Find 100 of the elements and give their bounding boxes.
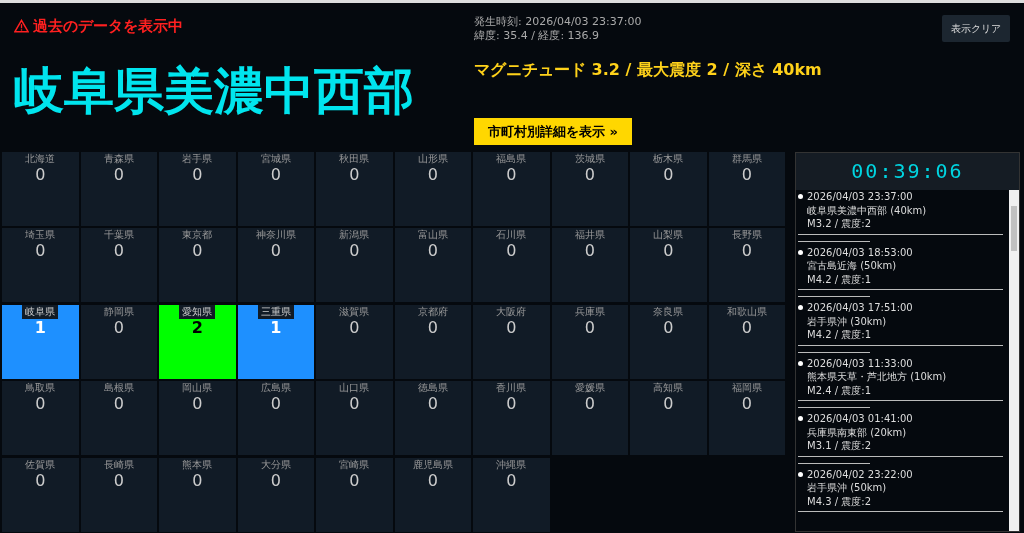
prefecture-count: 0	[192, 166, 203, 184]
coordinates: 緯度: 35.4 / 経度: 136.9	[474, 29, 601, 44]
prefecture-name: 山口県	[338, 381, 371, 396]
history-time: 2026/04/03 11:33:00	[807, 356, 913, 370]
warning-icon	[14, 19, 29, 34]
prefecture-count: 0	[113, 166, 124, 184]
prefecture-count: 0	[741, 318, 752, 337]
prefecture-count: 0	[270, 166, 281, 184]
prefecture-count: 0	[427, 242, 438, 260]
prefecture-name: 茨城県	[573, 152, 606, 166]
prefecture-name: 福井県	[573, 228, 606, 243]
prefecture-name: 愛知県	[179, 304, 216, 319]
prefecture-name: 鹿児島県	[411, 457, 454, 472]
prefecture-count: 0	[663, 395, 674, 413]
prefecture-count: 0	[741, 395, 752, 413]
prefecture-name: 島根県	[102, 381, 135, 396]
prefecture-count: 0	[270, 242, 281, 260]
prefecture-count: 0	[663, 318, 674, 337]
prefecture-name: 山形県	[416, 152, 449, 166]
prefecture-count: 0	[584, 395, 595, 413]
scrollbar[interactable]	[1009, 190, 1019, 531]
history-info: M2.4 / 震度:1	[806, 383, 872, 397]
prefecture-count: 0	[741, 242, 752, 260]
prefecture-count: 2	[191, 318, 203, 337]
occurred-time: 発生時刻: 2026/04/03 23:37:00	[474, 15, 643, 30]
prefecture-count: 0	[270, 471, 281, 490]
prefecture-count: 0	[113, 318, 124, 337]
prefecture-count: 0	[349, 471, 360, 490]
prefecture-name: 神奈川県	[254, 228, 297, 243]
prefecture-name: 奈良県	[652, 304, 685, 319]
prefecture-name: 徳島県	[416, 381, 449, 396]
prefecture-name: 山梨県	[652, 228, 685, 243]
prefecture-count: 1	[270, 318, 282, 337]
prefecture-name: 兵庫県	[573, 304, 606, 319]
history-time: 2026/04/03 23:37:00	[807, 190, 913, 204]
quake-summary: マグニチュード 3.2 / 最大震度 2 / 深さ 40km	[474, 58, 823, 81]
prefecture-name: 東京都	[181, 228, 214, 243]
bullet-icon	[798, 249, 803, 255]
prefecture-count: 0	[35, 471, 46, 490]
prefecture-count: 0	[349, 242, 360, 260]
prefecture-count: 0	[349, 395, 360, 413]
prefecture-name: 秋田県	[338, 152, 371, 166]
prefecture-count: 0	[349, 318, 360, 337]
prefecture-name: 静岡県	[102, 304, 135, 319]
prefecture-name: 群馬県	[730, 152, 763, 166]
prefecture-count: 0	[427, 318, 438, 337]
prefecture-name: 香川県	[495, 381, 528, 396]
prefecture-name: 宮城県	[259, 152, 292, 166]
prefecture-count: 0	[192, 242, 203, 260]
detail-button[interactable]: 市町村別詳細を表示 »	[474, 117, 632, 146]
prefecture-count: 0	[506, 471, 517, 490]
prefecture-name: 青森県	[102, 152, 135, 166]
history-info: M4.2 / 震度:1	[806, 328, 872, 342]
history-place: 岩手県沖 (30km)	[806, 314, 888, 328]
prefecture-name: 北海道	[24, 152, 57, 166]
prefecture-name: 三重県	[257, 304, 294, 319]
prefecture-count: 0	[506, 318, 517, 337]
prefecture-count: 0	[192, 471, 203, 490]
elapsed-timer: 00:39:06	[796, 153, 1019, 190]
prefecture-count: 0	[506, 166, 517, 184]
history-place: 宮古島近海 (50km)	[806, 259, 898, 273]
prefecture-name: 宮崎県	[338, 457, 371, 472]
prefecture-count: 0	[113, 242, 124, 260]
history-info: M3.1 / 震度:2	[806, 439, 872, 453]
prefecture-count: 1	[34, 318, 46, 337]
clear-button[interactable]: 表示クリア	[942, 15, 1010, 42]
prefecture-name: 広島県	[259, 381, 292, 396]
prefecture-name: 福岡県	[730, 381, 763, 396]
prefecture-count: 0	[270, 395, 281, 413]
prefecture-name: 佐賀県	[24, 457, 57, 472]
prefecture-count: 0	[584, 242, 595, 260]
prefecture-name: 和歌山県	[725, 304, 768, 319]
prefecture-name: 長崎県	[102, 457, 135, 472]
history-time: 2026/04/03 01:41:00	[807, 412, 913, 426]
history-place: 岩手県沖 (50km)	[806, 481, 888, 495]
prefecture-name: 千葉県	[102, 228, 135, 243]
prefecture-count: 0	[741, 166, 752, 184]
prefecture-name: 鳥取県	[24, 381, 57, 396]
prefecture-name: 長野県	[730, 228, 763, 243]
prefecture-count: 0	[584, 166, 595, 184]
prefecture-name: 石川県	[495, 228, 528, 243]
prefecture-count: 0	[427, 395, 438, 413]
prefecture-name: 福島県	[495, 152, 528, 166]
prefecture-name: 栃木県	[652, 152, 685, 166]
history-time: 2026/04/02 23:22:00	[807, 467, 913, 481]
prefecture-name: 新潟県	[338, 228, 371, 243]
prefecture-name: 滋賀県	[338, 304, 371, 319]
prefecture-count: 0	[663, 242, 674, 260]
prefecture-name: 大分県	[259, 457, 292, 472]
prefecture-count: 0	[427, 166, 438, 184]
prefecture-count: 0	[427, 471, 438, 490]
prefecture-name: 高知県	[652, 381, 685, 396]
history-info: M3.2 / 震度:2	[806, 217, 872, 231]
prefecture-count: 0	[506, 242, 517, 260]
prefecture-name: 京都府	[416, 304, 449, 319]
prefecture-count: 0	[35, 395, 46, 413]
prefecture-count: 0	[663, 166, 674, 184]
history-time: 2026/04/03 17:51:00	[807, 301, 913, 315]
prefecture-name: 埼玉県	[24, 228, 57, 243]
prefecture-name: 岩手県	[181, 152, 214, 166]
